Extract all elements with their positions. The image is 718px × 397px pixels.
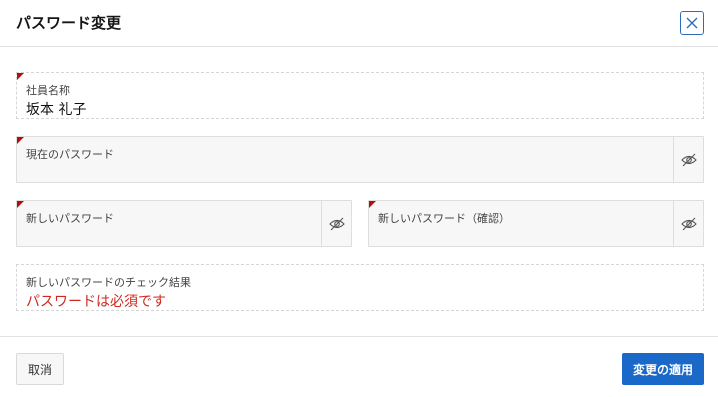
footer-divider: [0, 336, 718, 337]
toggle-new-password-confirm-visibility[interactable]: [673, 201, 703, 246]
close-icon: [686, 17, 698, 29]
new-password-field[interactable]: 新しいパスワード: [16, 200, 352, 247]
employee-name-value: 坂本 礼子: [26, 102, 87, 118]
password-check-result-field: 新しいパスワードのチェック結果 パスワードは必須です: [16, 264, 704, 311]
eye-slash-icon: [680, 153, 697, 166]
current-password-label: 現在のパスワード: [26, 148, 114, 161]
password-check-result-label: 新しいパスワードのチェック結果: [26, 276, 191, 289]
toggle-current-password-visibility[interactable]: [673, 137, 703, 182]
eye-slash-icon: [328, 217, 345, 230]
new-password-confirm-field[interactable]: 新しいパスワード（確認）: [368, 200, 704, 247]
employee-name-field: 社員名称 坂本 礼子: [16, 72, 704, 119]
dialog-header: パスワード変更: [0, 0, 718, 47]
toggle-new-password-visibility[interactable]: [321, 201, 351, 246]
required-marker: [17, 137, 24, 144]
required-marker: [17, 201, 24, 208]
current-password-field[interactable]: 現在のパスワード: [16, 136, 704, 183]
dialog-title: パスワード変更: [16, 14, 122, 32]
cancel-button[interactable]: 取消: [16, 353, 64, 385]
close-button[interactable]: [680, 11, 704, 35]
new-password-confirm-label: 新しいパスワード（確認）: [378, 212, 510, 225]
required-marker: [369, 201, 376, 208]
new-password-label: 新しいパスワード: [26, 212, 114, 225]
employee-name-label: 社員名称: [26, 84, 70, 97]
password-check-result-message: パスワードは必須です: [26, 294, 166, 310]
eye-slash-icon: [680, 217, 697, 230]
required-marker: [17, 73, 24, 80]
apply-changes-button[interactable]: 変更の適用: [622, 353, 704, 385]
